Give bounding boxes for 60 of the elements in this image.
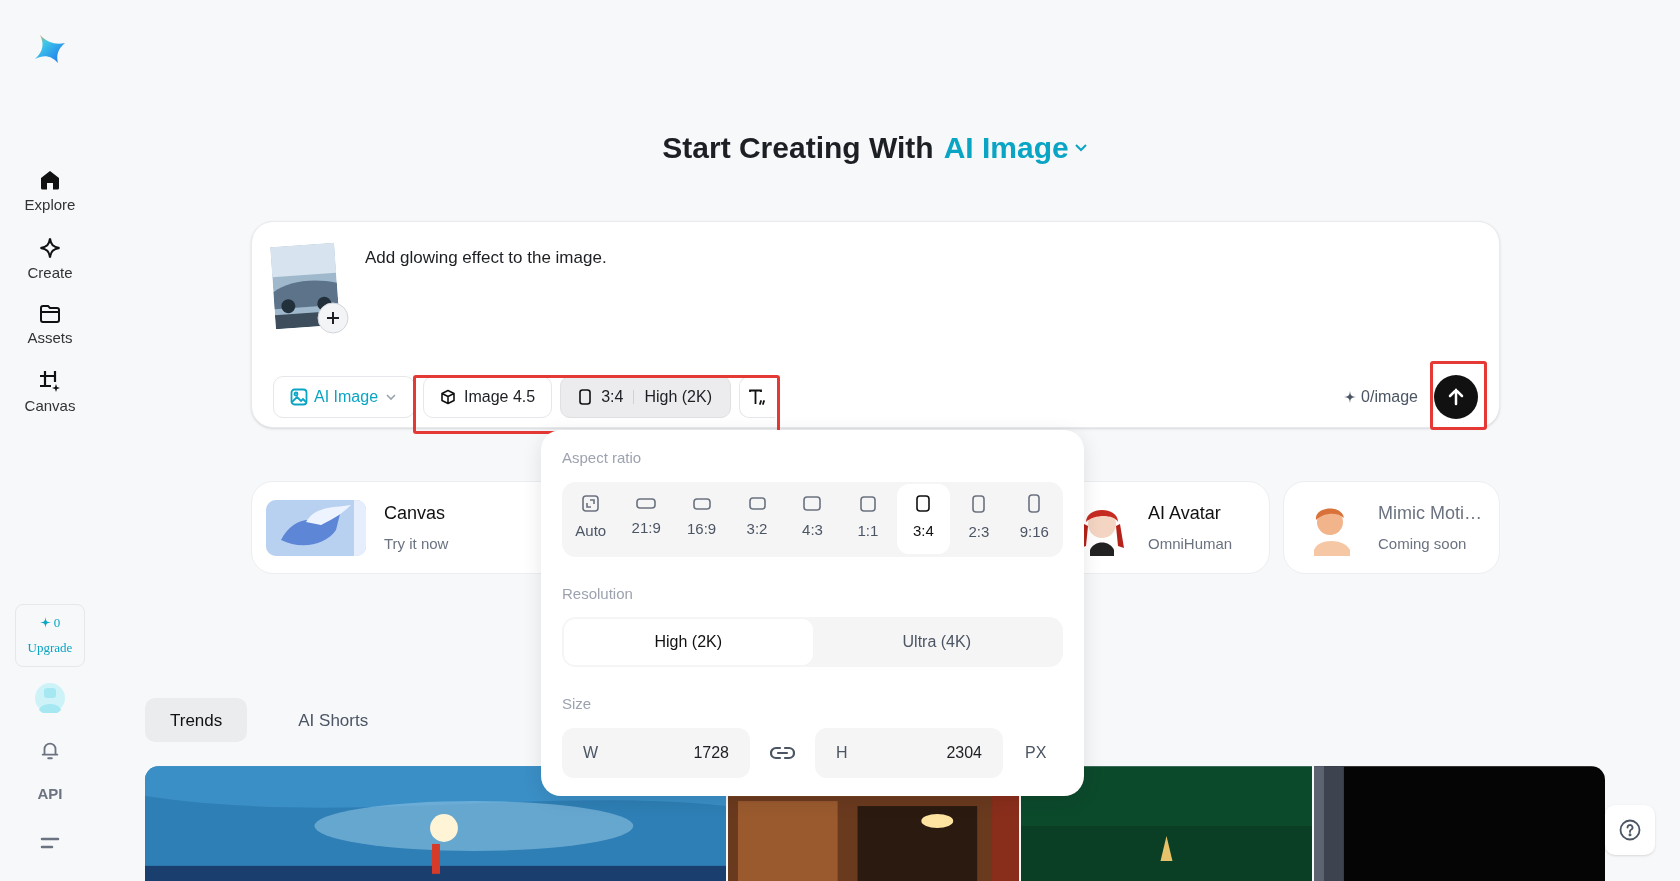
height-field[interactable]: H 2304 (815, 727, 1003, 778)
nav-item[interactable]: Canvas (24, 369, 76, 417)
logo-icon[interactable] (34, 33, 66, 65)
ratio-option[interactable]: 4:3 (785, 484, 840, 554)
home-icon (39, 169, 61, 191)
ratio-option[interactable]: 3:4 (896, 484, 951, 554)
prompt-field[interactable]: Add glowing effect to the image. (365, 245, 1478, 335)
send-button[interactable] (1434, 375, 1478, 419)
feed-tab[interactable]: AI Shorts (273, 698, 394, 743)
help-button[interactable] (1605, 805, 1655, 855)
ratio-option[interactable]: 3:2 (730, 484, 784, 554)
diamond-icon (39, 236, 61, 259)
section-label: Size (562, 694, 593, 714)
api-link[interactable]: API (37, 782, 63, 805)
ratio-icon (636, 498, 657, 510)
nav-item[interactable]: Explore (24, 169, 76, 217)
cost-label: 0/image (1361, 387, 1418, 407)
page-heading: Start Creating With (662, 129, 934, 166)
ratio-option[interactable]: 21:9 (619, 484, 673, 554)
card-subtitle: OmniHuman (1148, 534, 1233, 555)
help-icon (1619, 819, 1641, 841)
feed-tab[interactable]: Trends (145, 698, 248, 743)
menu-icon[interactable] (40, 835, 60, 851)
ratio-option[interactable]: 16:9 (674, 484, 729, 554)
image-icon (290, 388, 308, 406)
card-title: Mimic Moti… (1378, 502, 1482, 526)
ratio-option[interactable]: 2:3 (952, 484, 1006, 554)
portrait-icon (579, 389, 592, 405)
ratio-button[interactable]: 3:4 High (2K) (560, 376, 731, 418)
highlight-frame (1430, 361, 1487, 430)
card-subtitle: Coming soon (1378, 534, 1468, 555)
text-icon (748, 389, 767, 405)
ratio-icon (972, 494, 986, 513)
ratio-icon (916, 495, 931, 513)
add-image-button[interactable] (317, 302, 349, 334)
grid-frame-icon (39, 369, 61, 392)
ratio-icon (803, 496, 822, 512)
card-title: Canvas (384, 502, 447, 526)
ratio-icon (692, 497, 711, 510)
resolution-option[interactable]: Ultra (4K) (812, 619, 1061, 665)
card-title: AI Avatar (1148, 502, 1222, 526)
nav-item[interactable]: Create (27, 236, 73, 284)
ratio-option[interactable]: 1:1 (841, 484, 895, 554)
resolution-option[interactable]: High (2K) (564, 619, 813, 665)
ratio-icon (1028, 494, 1041, 514)
cube-icon (440, 389, 457, 405)
section-label: Aspect ratio (562, 448, 643, 468)
folder-icon (39, 304, 61, 324)
ratio-icon (859, 495, 876, 512)
width-field[interactable]: W 1728 (562, 727, 750, 778)
credit-count: 0 (53, 613, 61, 632)
card-subtitle: Try it now (384, 534, 449, 555)
unit-label: PX (1025, 742, 1047, 763)
link-icon[interactable] (770, 745, 795, 760)
ratio-icon (748, 497, 766, 511)
arrow-up-icon (1446, 387, 1466, 407)
auto-ratio-icon (582, 495, 600, 513)
section-label: Resolution (562, 583, 634, 604)
nav-item[interactable]: Assets (27, 304, 73, 350)
sparkle-icon (39, 616, 51, 628)
